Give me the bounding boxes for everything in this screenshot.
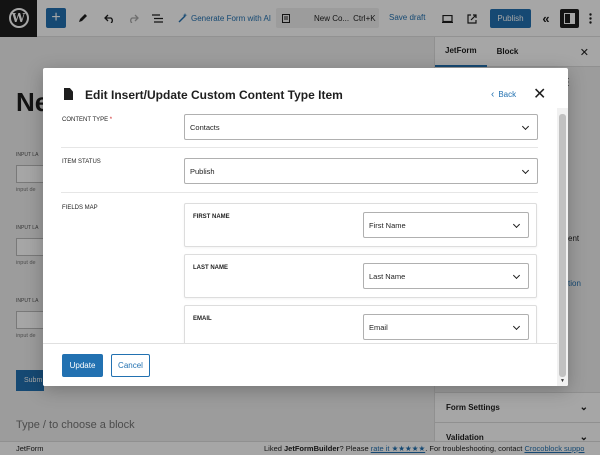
field-map-value: Last Name xyxy=(369,271,406,281)
scroll-down-arrow[interactable]: ▼ xyxy=(560,378,565,384)
required-mark: * xyxy=(109,117,113,123)
close-icon[interactable]: ✕ xyxy=(533,84,546,104)
chevron-down-icon xyxy=(521,122,530,131)
content-type-row: CONTENT TYPE * Contacts xyxy=(61,108,538,148)
field-map-name: EMAIL xyxy=(193,316,212,322)
field-map-select[interactable]: Email xyxy=(363,314,529,340)
action-settings-modal: Edit Insert/Update Custom Content Type I… xyxy=(43,68,568,386)
modal-title: Edit Insert/Update Custom Content Type I… xyxy=(85,88,343,102)
fields-map-label: FIELDS MAP xyxy=(62,205,98,211)
update-button[interactable]: Update xyxy=(62,354,103,377)
field-map-value: Email xyxy=(369,322,388,332)
back-label: Back xyxy=(498,90,517,99)
field-map-select[interactable]: First Name xyxy=(363,212,529,238)
chevron-down-icon xyxy=(521,166,530,175)
cancel-button[interactable]: Cancel xyxy=(111,354,150,377)
modal-body: CONTENT TYPE * Contacts ITEM STATUS Publ… xyxy=(43,108,568,343)
item-status-select[interactable]: Publish xyxy=(184,158,538,184)
chevron-down-icon xyxy=(512,220,521,229)
content-type-select[interactable]: Contacts xyxy=(184,114,538,140)
field-map-select[interactable]: Last Name xyxy=(363,263,529,289)
modal-scrollbar[interactable]: ▼ xyxy=(557,108,568,386)
field-map-item: FIRST NAME First Name xyxy=(184,203,537,247)
field-map-item: LAST NAME Last Name xyxy=(184,254,537,298)
modal-footer: Update Cancel xyxy=(43,343,568,386)
field-map-name: LAST NAME xyxy=(193,265,228,271)
field-map-name: FIRST NAME xyxy=(193,214,230,220)
document-icon xyxy=(64,88,73,100)
chevron-left-icon: ‹ xyxy=(491,89,495,100)
item-status-row: ITEM STATUS Publish xyxy=(61,148,538,193)
back-button[interactable]: ‹ Back xyxy=(491,89,516,100)
chevron-down-icon xyxy=(512,322,521,331)
chevron-down-icon xyxy=(512,271,521,280)
field-map-item: EMAIL Email xyxy=(184,305,537,343)
content-type-label-text: CONTENT TYPE xyxy=(62,117,109,123)
content-type-label: CONTENT TYPE * xyxy=(62,117,112,123)
item-status-value: Publish xyxy=(190,166,215,176)
scrollbar-thumb[interactable] xyxy=(559,114,566,377)
item-status-label: ITEM STATUS xyxy=(62,159,101,165)
field-map-value: First Name xyxy=(369,220,406,230)
content-type-value: Contacts xyxy=(190,122,220,132)
